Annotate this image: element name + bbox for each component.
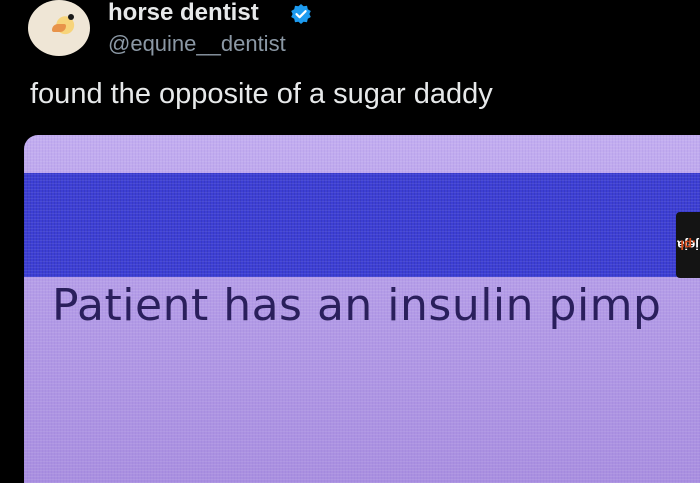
verified-badge-icon [291, 4, 311, 24]
avatar-eye [68, 14, 74, 20]
screen-header-band [24, 173, 700, 277]
tweet-media-image[interactable]: Patient has an insulin pimp [24, 135, 700, 483]
screen-patient-note: Patient has an insulin pimp [52, 280, 662, 331]
author-handle[interactable]: @equine__dentist [108, 30, 286, 58]
tweet-text: found the opposite of a sugar daddy [30, 78, 493, 110]
jeja-watermark: jeja .pl [676, 212, 700, 278]
avatar-beak [52, 24, 66, 32]
author-display-name[interactable]: horse dentist [108, 0, 259, 28]
watermark-domain: .pl [680, 237, 696, 253]
avatar[interactable] [28, 0, 90, 56]
